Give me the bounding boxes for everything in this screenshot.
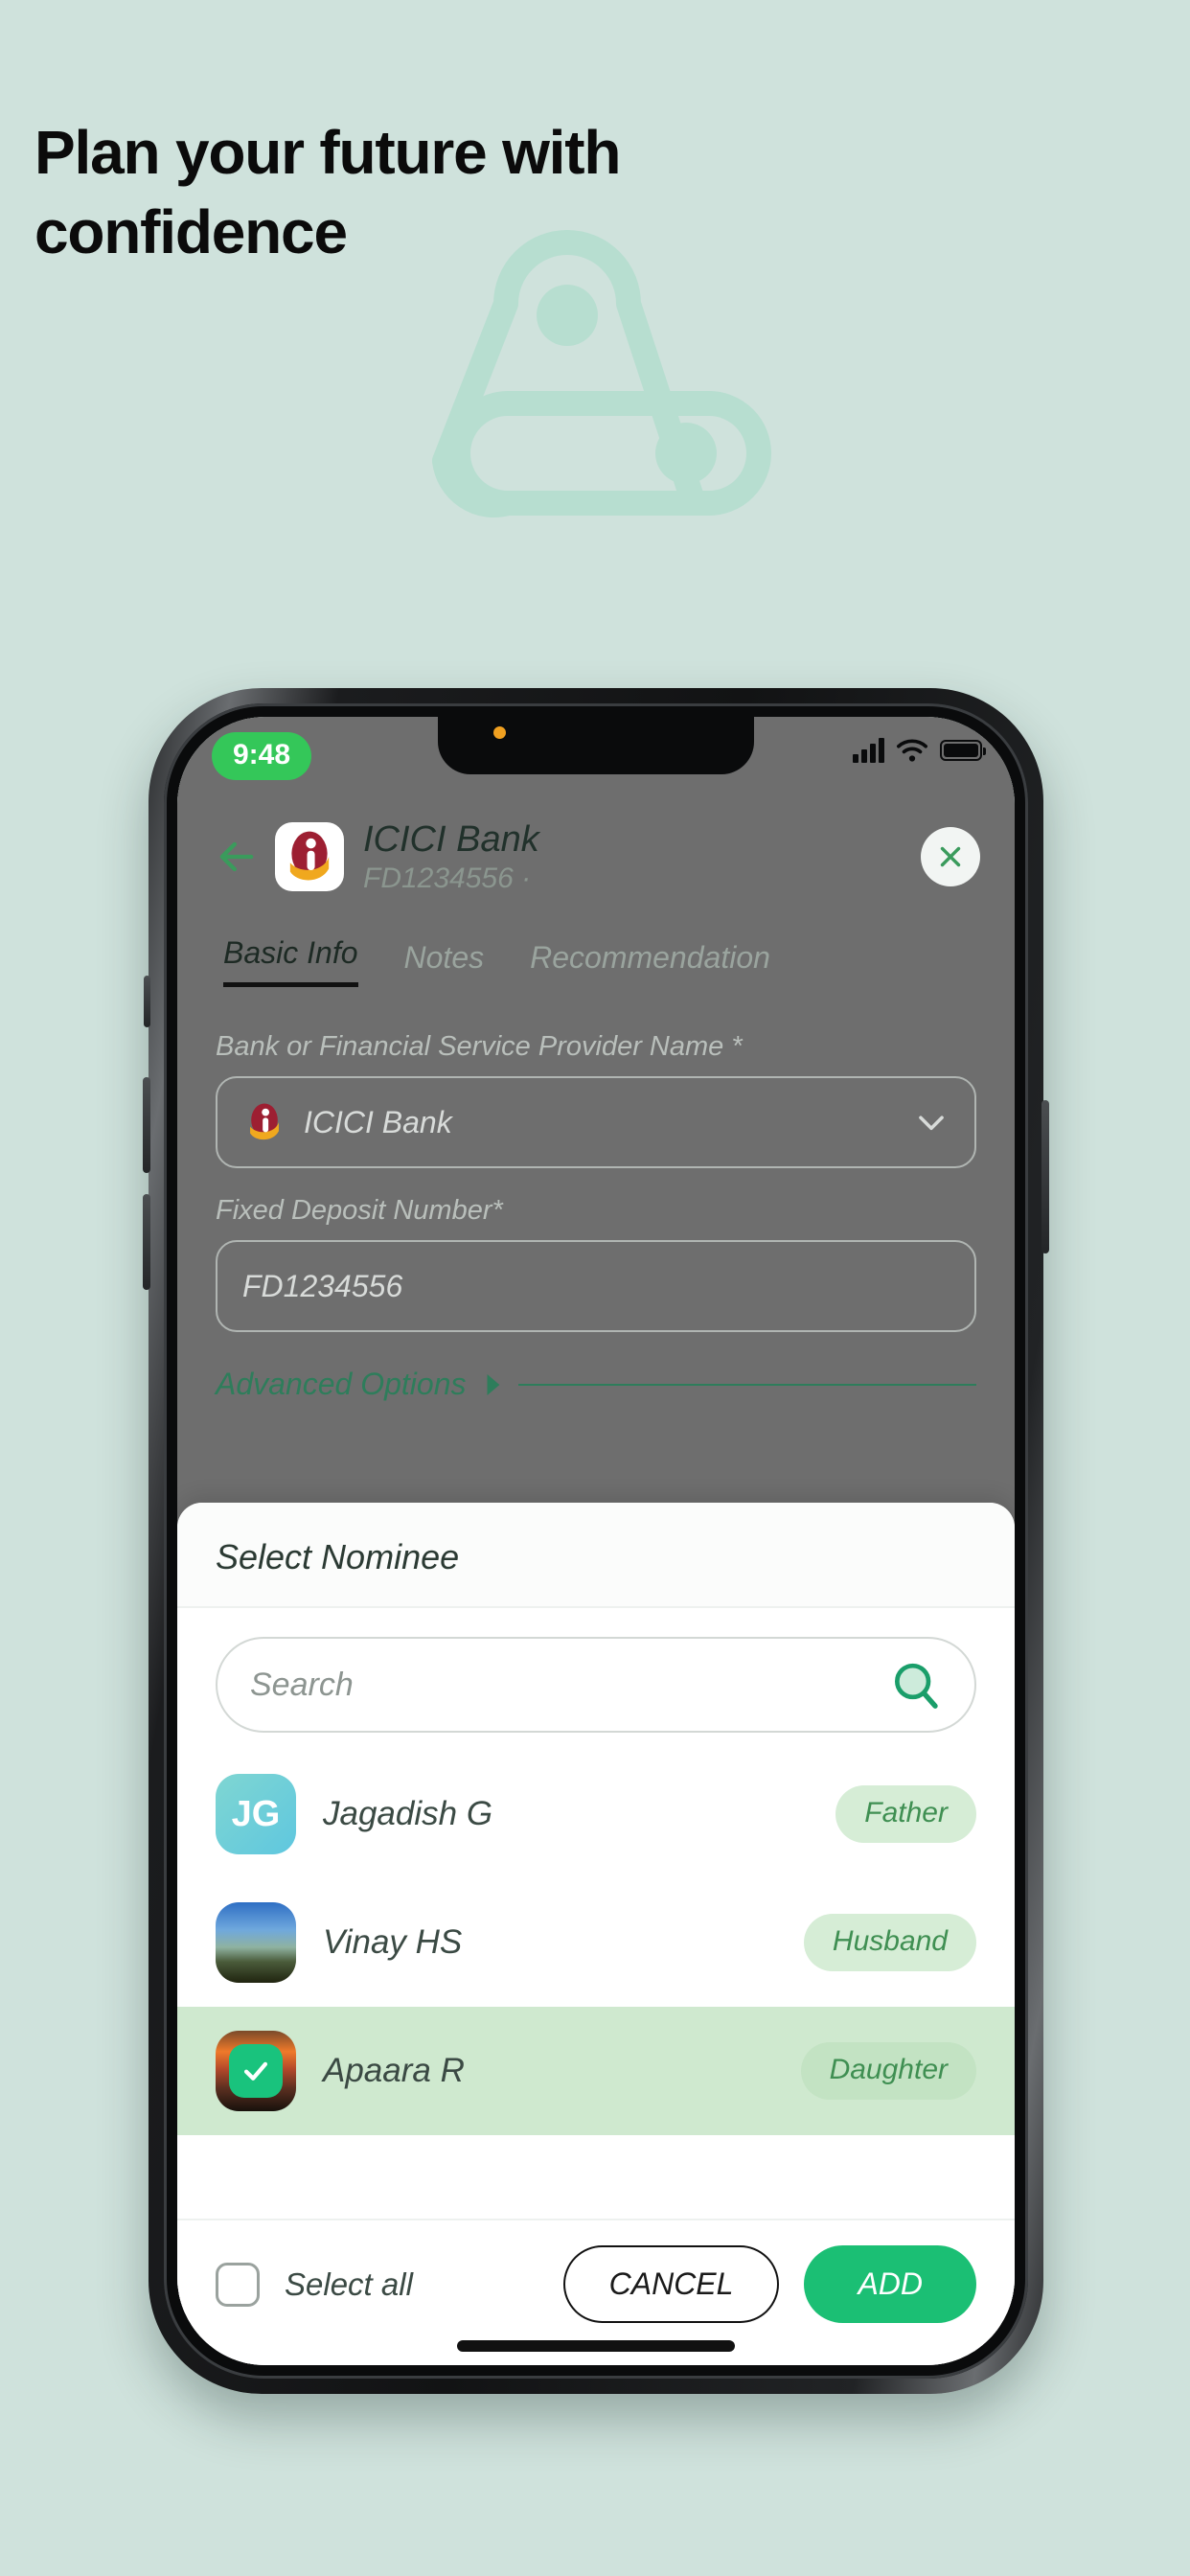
tab-recommendation[interactable]: Recommendation <box>530 940 770 987</box>
basic-info-form: Bank or Financial Service Provider Name … <box>177 1004 1015 1402</box>
provider-value: ICICI Bank <box>304 1104 452 1139</box>
battery-full-icon <box>940 740 986 761</box>
search-section <box>177 1608 1015 1750</box>
relation-chip: Daughter <box>800 2042 976 2100</box>
deposit-field-label: Fixed Deposit Number* <box>216 1195 503 1226</box>
sheet-footer: Select all CANCEL ADD <box>177 2219 1015 2365</box>
deposit-number-value: FD1234556 <box>242 1268 403 1303</box>
page-title: ICICI Bank <box>363 818 539 860</box>
select-all-label: Select all <box>285 2266 413 2302</box>
phone-screen: 9:48 ICICI Bank FD1234556 · Basic Info N… <box>177 717 1015 2365</box>
app-bar: ICICI Bank FD1234556 · <box>177 790 1015 924</box>
search-box[interactable] <box>216 1637 976 1733</box>
deposit-number-input[interactable]: FD1234556 <box>216 1240 976 1332</box>
hero-headline: Plan your future with confidence <box>34 118 621 267</box>
avatar: JG <box>216 1774 296 1854</box>
phone-mockup: 9:48 ICICI Bank FD1234556 · Basic Info N… <box>143 688 1049 2394</box>
provider-dropdown[interactable]: ICICI Bank <box>216 1076 976 1168</box>
tab-notes[interactable]: Notes <box>404 940 485 987</box>
provider-field-label: Bank or Financial Service Provider Name … <box>216 1031 743 1062</box>
avatar <box>216 2031 296 2111</box>
select-all-checkbox[interactable] <box>216 2262 260 2307</box>
search-input[interactable] <box>250 1666 888 1704</box>
advanced-options-divider <box>517 1383 976 1386</box>
home-indicator <box>457 2340 735 2352</box>
cancel-button[interactable]: CANCEL <box>562 2245 780 2323</box>
tab-bar: Basic Info Notes Recommendation <box>177 918 1015 987</box>
advanced-options-label: Advanced Options <box>216 1367 467 1401</box>
icici-bank-logo-icon <box>242 1100 286 1144</box>
relation-chip: Father <box>835 1785 976 1843</box>
phone-silent-switch <box>144 976 150 1027</box>
nominee-name: Vinay HS <box>323 1923 463 1961</box>
sheet-header: Select Nominee <box>177 1503 1015 1608</box>
page-subtitle: FD1234556 · <box>363 862 532 894</box>
nominee-name: Jagadish G <box>323 1795 493 1832</box>
select-nominee-sheet: Select Nominee Search JG Jagadish G Fath… <box>177 1503 1015 2365</box>
app-bar-titles: ICICI Bank FD1234556 · <box>363 819 921 895</box>
tab-basic-info[interactable]: Basic Info <box>223 935 358 987</box>
search-icon[interactable] <box>888 1658 942 1712</box>
advanced-options-toggle[interactable]: Advanced Options <box>216 1367 976 1402</box>
page-root: Plan your future with confidence 9:48 IC… <box>0 0 1190 2576</box>
status-bar-clock: 9:48 <box>212 732 312 780</box>
cellular-signal-icon <box>853 738 884 763</box>
list-item[interactable]: Apaara R Daughter <box>177 2007 1015 2135</box>
close-button[interactable] <box>921 827 980 886</box>
phone-bezel: 9:48 ICICI Bank FD1234556 · Basic Info N… <box>164 703 1028 2379</box>
status-bar-indicators <box>853 738 986 763</box>
list-item[interactable]: Vinay HS Husband <box>177 1878 1015 2007</box>
avatar-initials: JG <box>231 1793 281 1834</box>
chevron-down-icon <box>919 1116 944 1131</box>
avatar <box>216 1902 296 1983</box>
phone-volume-up-button <box>143 1077 150 1173</box>
caret-right-icon <box>487 1373 499 1395</box>
icici-bank-logo-icon <box>275 822 344 891</box>
nominee-list: JG Jagadish G Father Vinay HS Husband Ap… <box>177 1750 1015 2219</box>
add-button[interactable]: ADD <box>804 2245 976 2323</box>
phone-power-button <box>1041 1100 1049 1254</box>
relation-chip: Husband <box>803 1914 976 1971</box>
selected-check-icon <box>229 2044 283 2098</box>
close-x-icon <box>940 846 961 867</box>
status-bar: 9:48 <box>177 717 1015 792</box>
phone-volume-down-button <box>143 1194 150 1290</box>
orange-dot-indicator-icon <box>493 726 506 739</box>
nominee-name: Apaara R <box>323 2052 465 2089</box>
list-item[interactable]: JG Jagadish G Father <box>177 1750 1015 1878</box>
phone-notch <box>438 717 754 774</box>
sheet-title: Select Nominee <box>216 1537 460 1576</box>
wifi-icon <box>896 739 928 762</box>
back-arrow-icon[interactable] <box>212 832 262 882</box>
